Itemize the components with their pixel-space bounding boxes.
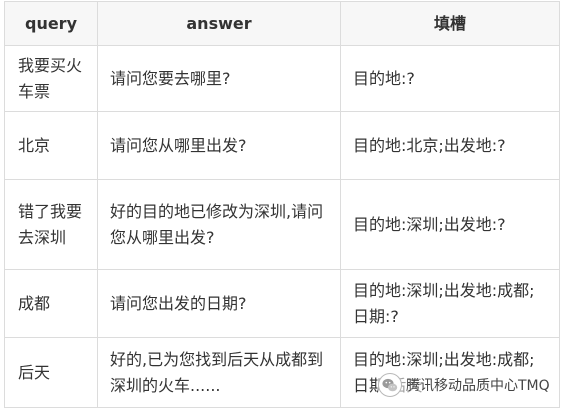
answer-cell: 好的,已为您找到后天从成都到深圳的火车...... [97,337,341,408]
slot-cell: 目的地:北京;出发地:? [340,111,560,180]
answer-cell: 好的目的地已修改为深圳,请问您从哪里出发? [97,179,341,270]
query-cell: 错了我要去深圳 [4,179,98,270]
query-cell: 我要买火车票 [4,45,98,112]
dialog-slot-table: query answer 填槽 我要买火车票 请问您要去哪里? 目的地:? 北京… [4,1,560,408]
table-row: 成都 请问您出发的日期? 目的地:深圳;出发地:成都;日期:? [4,269,560,338]
header-answer: answer [97,1,341,46]
query-cell: 北京 [4,111,98,180]
watermark-text: 腾讯移动品质中心TMQ [406,378,550,394]
slot-cell: 目的地:深圳;出发地:? [340,179,560,270]
answer-cell: 请问您从哪里出发? [97,111,341,180]
wechat-logo-icon [378,373,402,397]
header-query: query [4,1,98,46]
query-cell: 后天 [4,337,98,408]
table-row: 错了我要去深圳 好的目的地已修改为深圳,请问您从哪里出发? 目的地:深圳;出发地… [4,179,560,270]
slot-cell: 目的地:深圳;出发地:成都;日期:? [340,269,560,338]
header-slot: 填槽 [340,1,560,46]
table-row: 北京 请问您从哪里出发? 目的地:北京;出发地:? [4,111,560,180]
table-row: 我要买火车票 请问您要去哪里? 目的地:? [4,45,560,112]
slot-cell: 目的地:? [340,45,560,112]
watermark: 腾讯移动品质中心TMQ [378,372,554,398]
query-cell: 成都 [4,269,98,338]
answer-cell: 请问您要去哪里? [97,45,341,112]
table-header-row: query answer 填槽 [4,1,560,46]
answer-cell: 请问您出发的日期? [97,269,341,338]
